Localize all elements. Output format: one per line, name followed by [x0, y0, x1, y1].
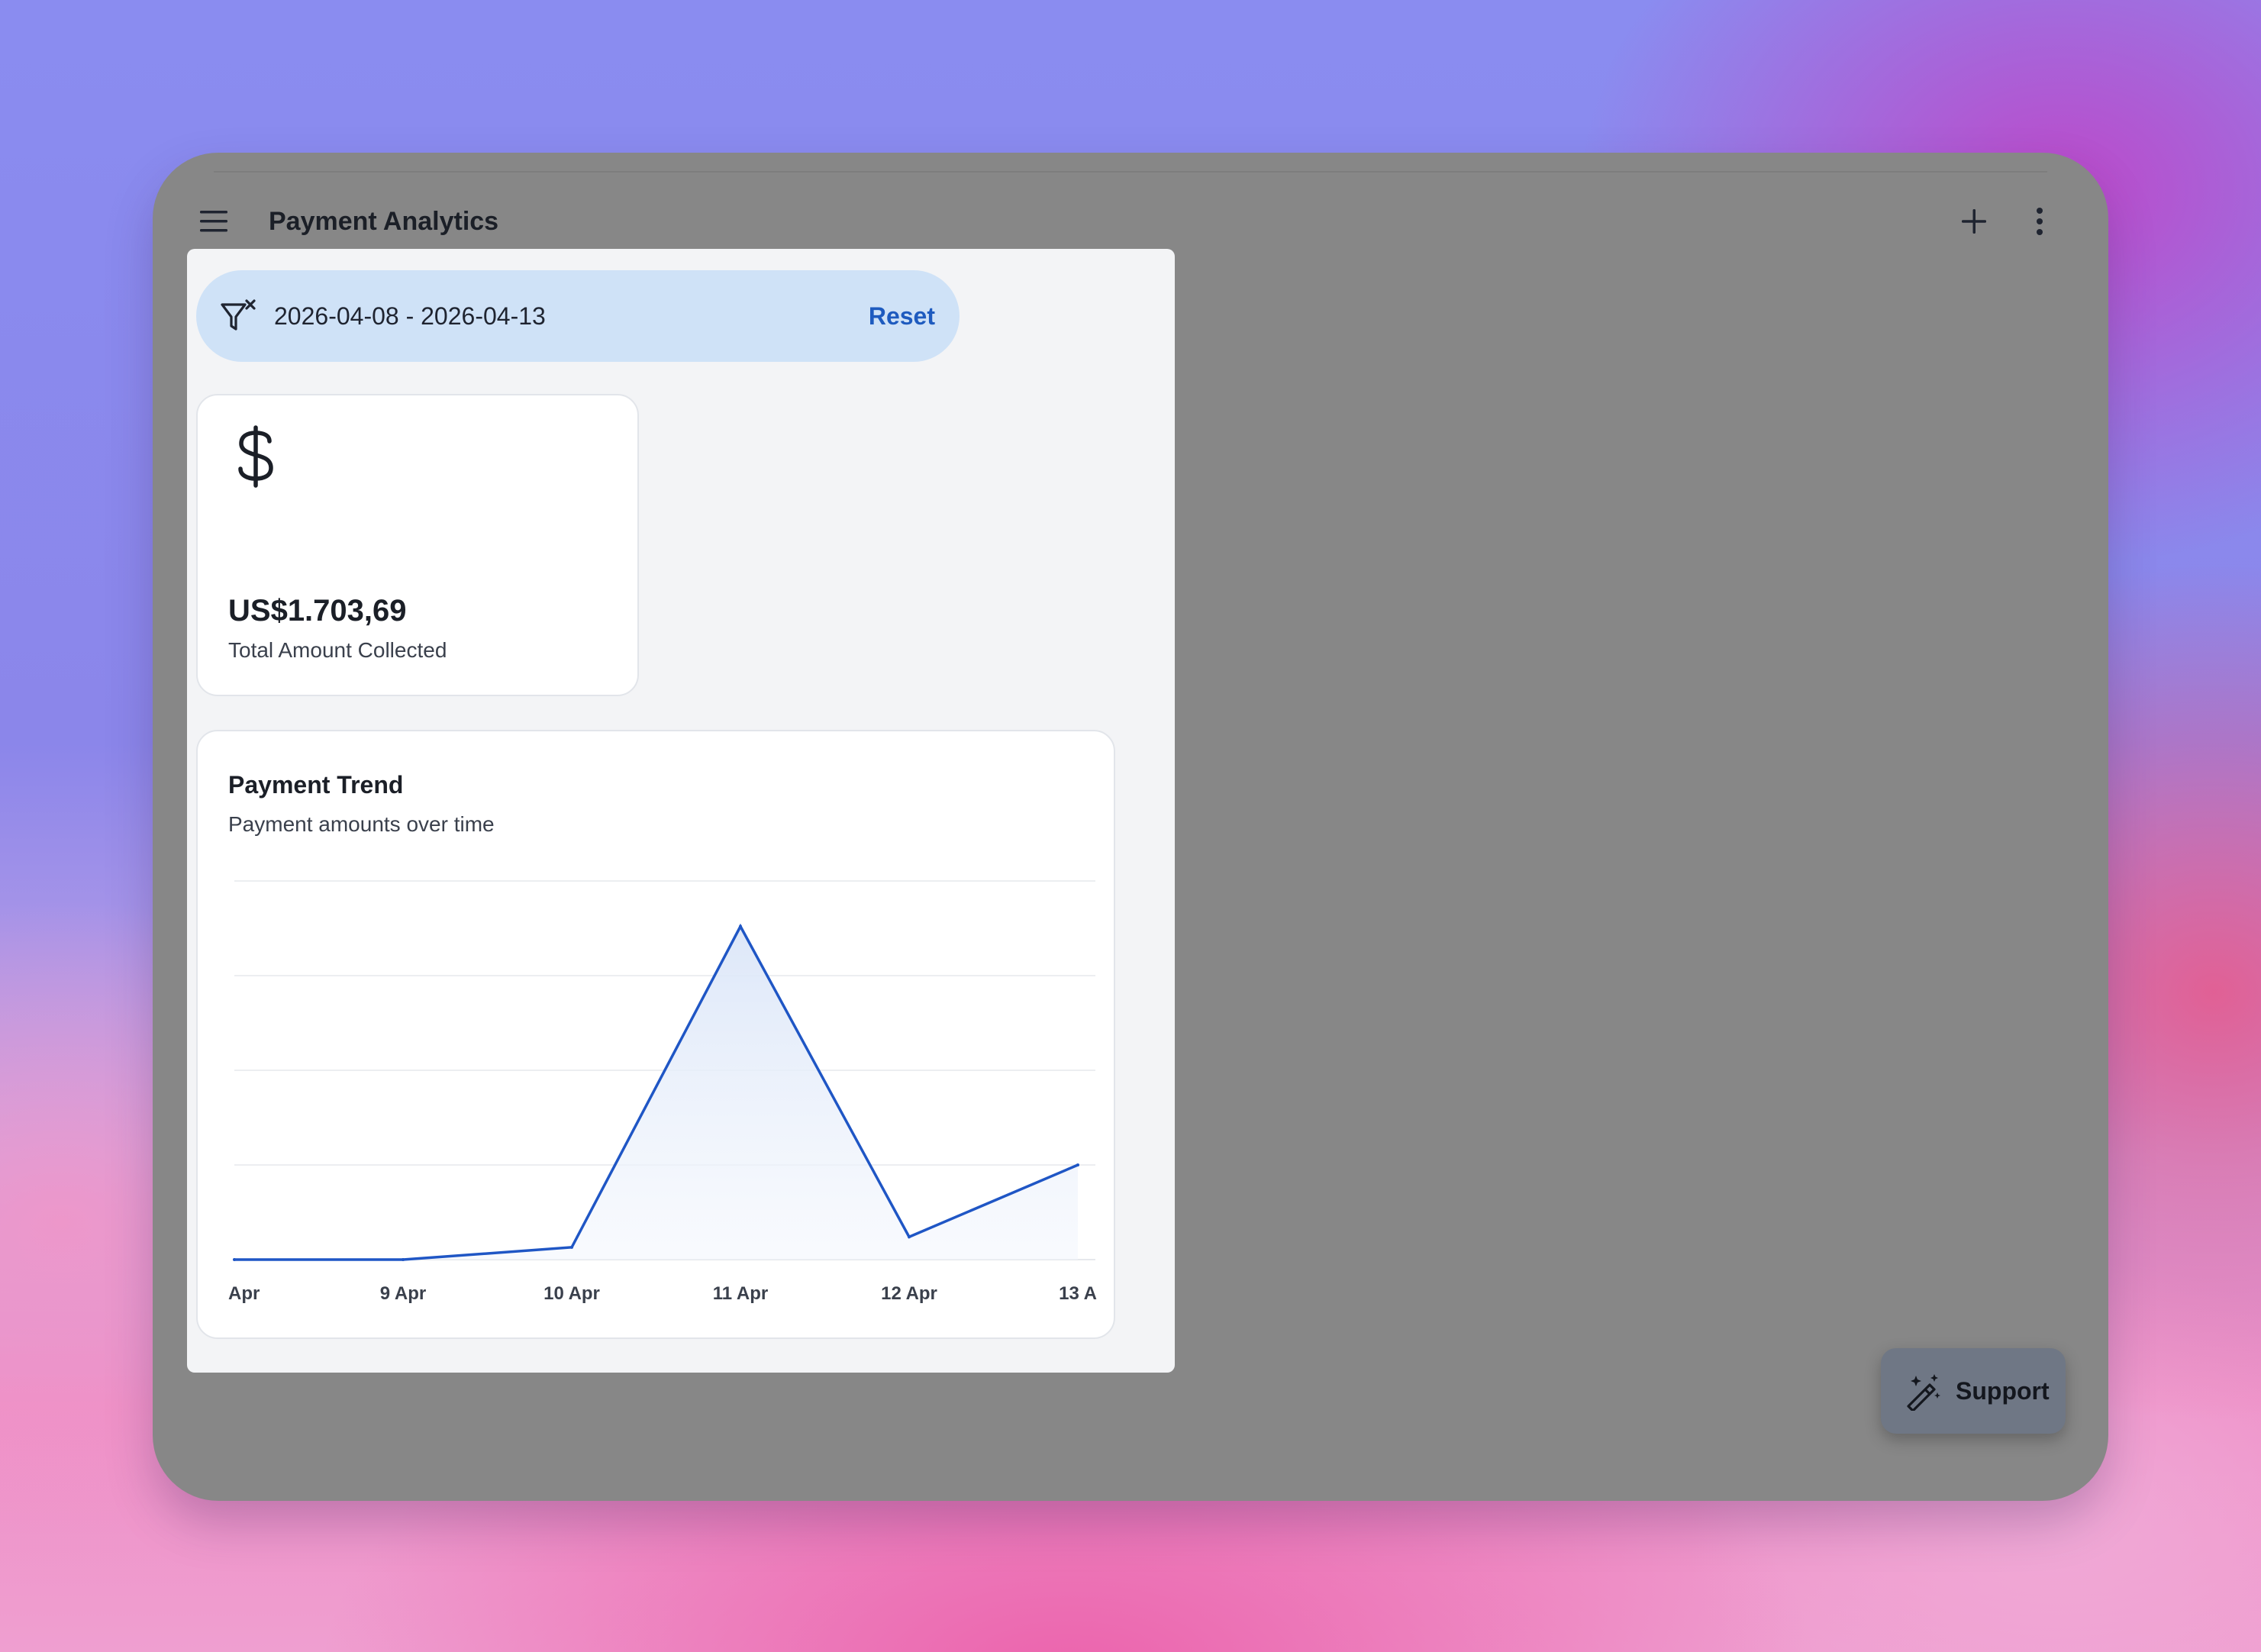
x-tick-label: 11 Apr — [713, 1283, 768, 1304]
window-top-divider — [214, 171, 2047, 173]
analytics-panel: 2026-04-08 - 2026-04-13 Reset US$1.703,6… — [187, 249, 1175, 1373]
app-bar: Payment Analytics — [153, 183, 2108, 260]
reset-button[interactable]: Reset — [869, 301, 935, 331]
dollar-icon — [238, 425, 273, 488]
app-window: Payment Analytics 2026-04-08 - 2026-04-1… — [153, 153, 2108, 1501]
total-amount-label: Total Amount Collected — [228, 638, 447, 662]
payment-trend-chart: Apr 9 Apr 10 Apr 11 Apr 12 Apr 13 A — [228, 880, 1097, 1304]
magic-wand-icon — [1907, 1374, 1940, 1411]
x-tick-label: 12 Apr — [881, 1283, 937, 1304]
support-button[interactable]: Support — [1881, 1348, 2066, 1434]
chart-point-9-apr[interactable] — [402, 1258, 405, 1261]
chart-point-10-apr[interactable] — [570, 1245, 573, 1249]
total-amount-card: US$1.703,69 Total Amount Collected — [196, 394, 639, 696]
support-label: Support — [1956, 1377, 2050, 1405]
filter-clear-icon — [221, 299, 256, 331]
chart-point-12-apr[interactable] — [908, 1235, 911, 1239]
payment-trend-card: Payment Trend Payment amounts over time … — [196, 730, 1115, 1339]
more-options-button[interactable] — [2020, 202, 2059, 241]
plus-icon — [1962, 209, 1986, 234]
chart-point-8-apr[interactable] — [233, 1258, 236, 1261]
x-tick-label: Apr — [228, 1283, 260, 1304]
x-tick-label: 13 A — [1059, 1283, 1097, 1304]
date-filter-chip[interactable]: 2026-04-08 - 2026-04-13 Reset — [196, 270, 960, 362]
page-title: Payment Analytics — [269, 207, 499, 236]
total-amount-value: US$1.703,69 — [228, 594, 407, 628]
x-tick-label: 10 Apr — [543, 1283, 600, 1304]
date-range-text: 2026-04-08 - 2026-04-13 — [274, 302, 546, 330]
menu-button[interactable] — [197, 205, 231, 238]
add-button[interactable] — [1954, 202, 1994, 241]
chart-point-11-apr[interactable] — [739, 924, 742, 928]
menu-icon — [200, 211, 227, 232]
more-vertical-icon — [2037, 208, 2043, 235]
chart-point-13-apr[interactable] — [1076, 1163, 1079, 1166]
x-tick-label: 9 Apr — [380, 1283, 426, 1304]
